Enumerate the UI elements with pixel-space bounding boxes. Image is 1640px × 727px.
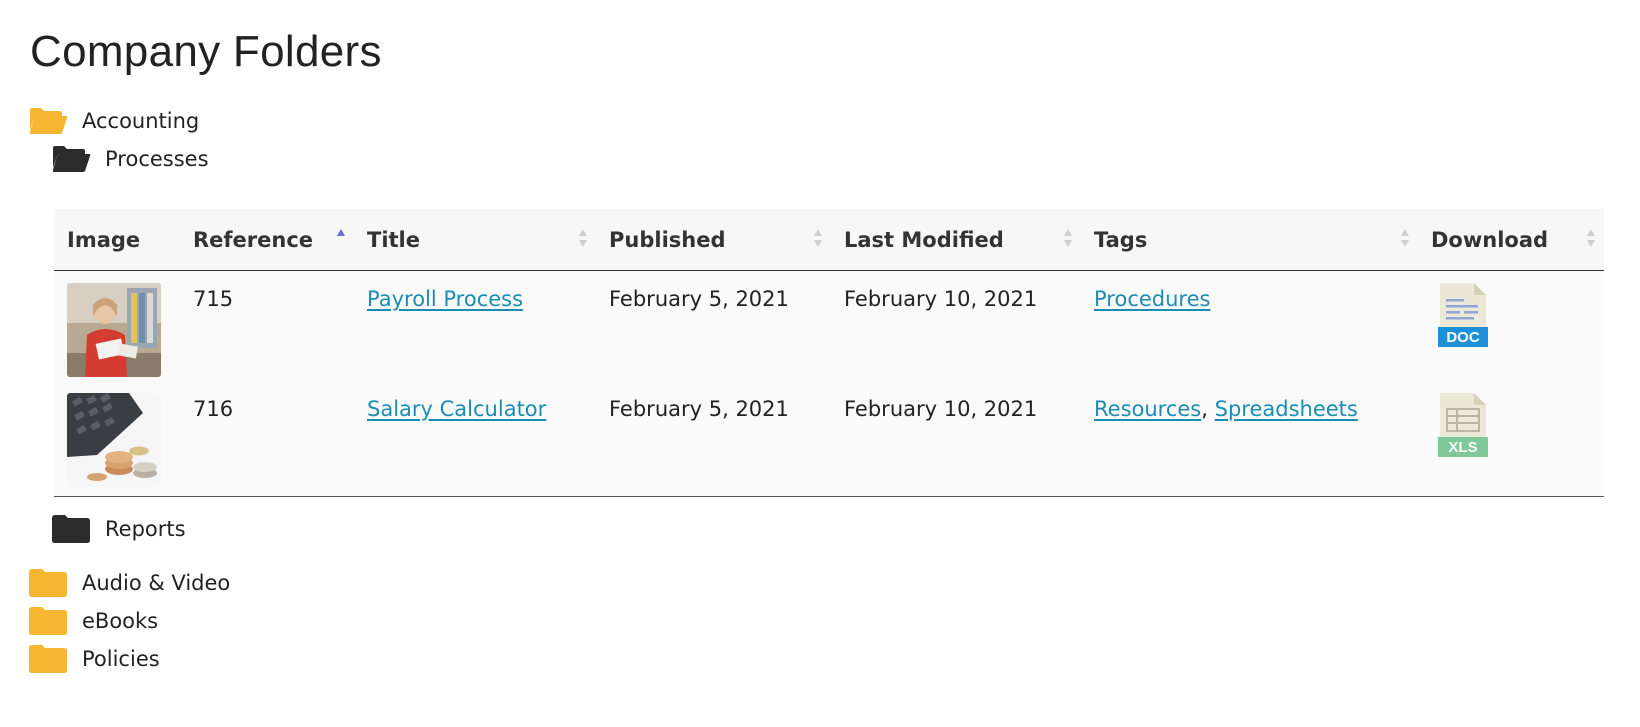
- xls-file-icon[interactable]: XLS: [1438, 392, 1604, 462]
- page-title: Company Folders: [30, 27, 382, 76]
- column-header-label: Download: [1431, 227, 1549, 252]
- folder-label: Policies: [82, 647, 160, 671]
- sort-icon: [579, 229, 588, 249]
- column-header-published[interactable]: Published: [596, 209, 831, 271]
- last-modified-cell: February 10, 2021: [831, 380, 1081, 497]
- column-header-reference[interactable]: Reference: [180, 209, 354, 271]
- image-cell: [54, 270, 180, 381]
- column-header-label: Image: [67, 227, 141, 252]
- published-cell: February 5, 2021: [596, 270, 831, 381]
- column-header-label: Title: [367, 227, 421, 252]
- person-with-papers-thumbnail[interactable]: [67, 283, 161, 377]
- title-cell: Salary Calculator: [354, 380, 596, 497]
- folder-ebooks[interactable]: eBooks: [28, 603, 158, 639]
- download-label: DOC: [1446, 329, 1480, 346]
- folder-closed-icon: [28, 568, 68, 598]
- folder-closed-icon: [28, 644, 68, 674]
- folder-closed-icon: [28, 606, 68, 636]
- column-header-title[interactable]: Title: [354, 209, 596, 271]
- image-cell: [54, 380, 180, 497]
- tags-cell: Procedures: [1081, 270, 1418, 381]
- folder-label: Accounting: [82, 109, 200, 133]
- title-cell: Payroll Process: [354, 270, 596, 381]
- reference-cell: 716: [180, 380, 354, 497]
- column-header-tags[interactable]: Tags: [1081, 209, 1418, 271]
- folder-processes[interactable]: Processes: [51, 141, 209, 177]
- folder-accounting[interactable]: Accounting: [28, 103, 199, 139]
- sort-ascending-icon: [337, 229, 346, 249]
- last-modified-cell: February 10, 2021: [831, 270, 1081, 381]
- table-header-row: Image Reference Title Published Last Mod…: [54, 209, 1604, 271]
- folder-label: Audio & Video: [82, 571, 231, 595]
- folder-reports[interactable]: Reports: [51, 511, 186, 547]
- folder-label: eBooks: [82, 609, 159, 633]
- published-date: February 5, 2021: [609, 396, 789, 421]
- document-title-link[interactable]: Salary Calculator: [367, 393, 546, 425]
- calculator-and-coins-thumbnail[interactable]: [67, 392, 161, 487]
- table-row: 716 Salary Calculator February 5, 2021 F…: [54, 380, 1604, 497]
- doc-file-icon[interactable]: DOC: [1438, 283, 1604, 352]
- tag-link[interactable]: Procedures: [1094, 283, 1210, 315]
- folder-label: Processes: [105, 147, 209, 171]
- documents-table: Image Reference Title Published Last Mod…: [54, 209, 1604, 497]
- sort-icon: [1401, 229, 1410, 249]
- sort-icon: [814, 229, 823, 249]
- folder-policies[interactable]: Policies: [28, 641, 160, 677]
- reference-cell: 715: [180, 270, 354, 381]
- column-header-last-modified[interactable]: Last Modified: [831, 209, 1081, 271]
- download-cell: XLS: [1418, 380, 1604, 497]
- folder-closed-icon: [51, 514, 91, 544]
- column-header-label: Last Modified: [844, 227, 1004, 252]
- sort-icon: [1064, 229, 1073, 249]
- reference-value: 715: [193, 287, 234, 311]
- table-row: 715 Payroll Process February 5, 2021 Feb…: [54, 270, 1604, 381]
- published-cell: February 5, 2021: [596, 380, 831, 497]
- folder-audio-video[interactable]: Audio & Video: [28, 565, 230, 601]
- column-header-label: Published: [609, 227, 726, 252]
- folder-open-icon: [51, 144, 91, 174]
- tag-link[interactable]: Resources: [1094, 393, 1201, 425]
- column-header-label: Tags: [1094, 227, 1148, 252]
- tags-cell: Resources, Spreadsheets: [1081, 380, 1418, 497]
- folder-label: Reports: [105, 517, 186, 541]
- column-header-download[interactable]: Download: [1418, 209, 1604, 271]
- sort-icon: [1587, 229, 1596, 249]
- last-modified-date: February 10, 2021: [844, 287, 1038, 311]
- column-header-label: Reference: [193, 227, 314, 252]
- download-cell: DOC: [1418, 270, 1604, 381]
- published-date: February 5, 2021: [609, 287, 789, 311]
- column-header-image: Image: [54, 209, 180, 271]
- last-modified-date: February 10, 2021: [844, 396, 1038, 421]
- reference-value: 716: [193, 396, 234, 421]
- tag-separator: ,: [1201, 396, 1208, 421]
- folder-open-icon: [28, 106, 68, 136]
- document-title-link[interactable]: Payroll Process: [367, 283, 523, 315]
- download-label: XLS: [1448, 439, 1477, 456]
- tag-link[interactable]: Spreadsheets: [1215, 393, 1358, 425]
